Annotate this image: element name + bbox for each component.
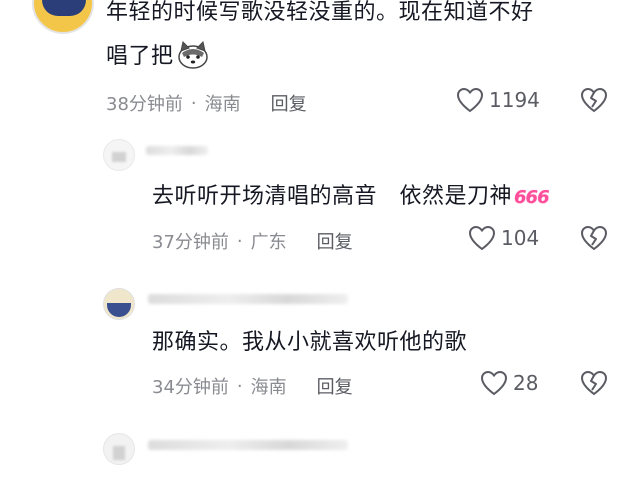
separator: · bbox=[236, 375, 243, 397]
heart-outline-icon bbox=[468, 225, 496, 251]
comment-time: 38分钟前 bbox=[106, 94, 183, 115]
comment-text: 去听听开场清唱的高音 依然是刀神 bbox=[152, 184, 513, 209]
dislike-button[interactable] bbox=[580, 370, 608, 400]
comment-location: 广东 bbox=[250, 232, 287, 253]
heart-outline-icon bbox=[480, 370, 508, 396]
reply-button[interactable]: 回复 bbox=[271, 90, 307, 116]
comment-location: 海南 bbox=[250, 377, 287, 398]
comment-time: 34分钟前 bbox=[152, 377, 229, 398]
comment-text-line: 唱了把 bbox=[106, 40, 210, 74]
like-count: 104 bbox=[501, 226, 540, 250]
comment-text: 唱了把 bbox=[106, 44, 174, 69]
comment-meta: 34分钟前 · 海南 回复 bbox=[152, 373, 353, 399]
avatar[interactable] bbox=[103, 288, 135, 320]
reply-button[interactable]: 回复 bbox=[317, 373, 353, 399]
dislike-button[interactable] bbox=[580, 225, 608, 255]
username-blurred bbox=[146, 146, 208, 155]
heart-outline-icon bbox=[456, 87, 484, 113]
avatar-hat-shape bbox=[107, 303, 131, 317]
like-button[interactable]: 1194 bbox=[456, 87, 540, 113]
comment-text-line: 去听听开场清唱的高音 依然是刀神 666 bbox=[152, 180, 550, 215]
comment-text-line: 年轻的时候写歌没轻没重的。现在知道不好 bbox=[106, 0, 534, 25]
avatar[interactable] bbox=[103, 433, 135, 465]
avatar[interactable] bbox=[103, 139, 135, 171]
like-count: 28 bbox=[513, 371, 539, 395]
dislike-button[interactable] bbox=[580, 87, 608, 117]
comment-meta: 37分钟前 · 广东 回复 bbox=[152, 228, 353, 254]
username-blurred bbox=[148, 440, 348, 450]
husky-emoji-icon bbox=[176, 41, 210, 69]
comment-location: 海南 bbox=[204, 94, 241, 115]
comment-meta: 38分钟前 · 海南 回复 bbox=[106, 90, 307, 116]
avatar[interactable] bbox=[32, 0, 94, 34]
avatar-blur bbox=[113, 446, 125, 460]
avatar-cap-shape bbox=[42, 0, 86, 16]
broken-heart-icon bbox=[580, 370, 608, 396]
like-count: 1194 bbox=[489, 88, 540, 112]
avatar-blur bbox=[112, 152, 126, 162]
separator: · bbox=[236, 230, 243, 252]
broken-heart-icon bbox=[580, 87, 608, 113]
reply-button[interactable]: 回复 bbox=[317, 228, 353, 254]
separator: · bbox=[190, 92, 197, 114]
broken-heart-icon bbox=[580, 225, 608, 251]
like-button[interactable]: 104 bbox=[468, 225, 539, 251]
like-button[interactable]: 28 bbox=[480, 370, 538, 396]
emoji-666: 666 bbox=[514, 187, 550, 208]
comment-time: 37分钟前 bbox=[152, 232, 229, 253]
username-blurred bbox=[148, 294, 348, 304]
comment-text-line: 那确实。我从小就喜欢听他的歌 bbox=[152, 330, 468, 355]
